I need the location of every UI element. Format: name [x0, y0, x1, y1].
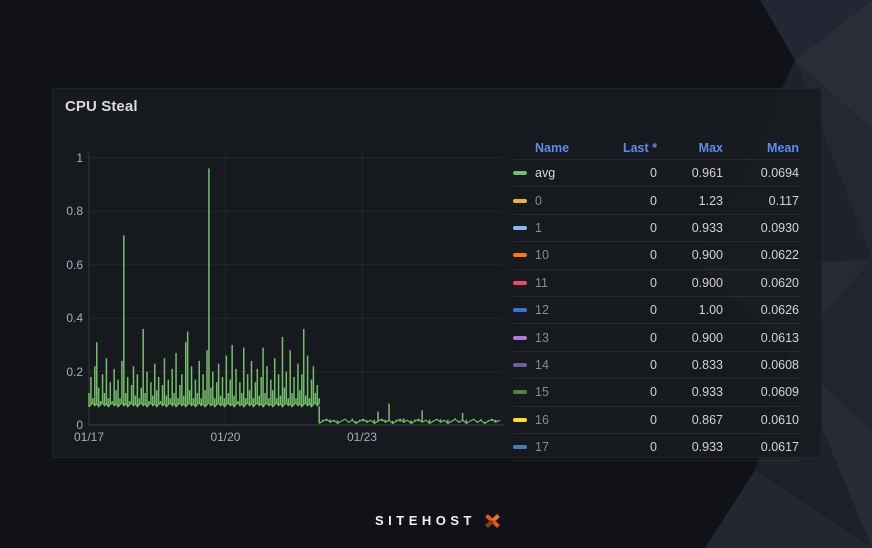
series-color-swatch-icon [513, 199, 527, 203]
legend-table: Name Last * Max Mean avg 0 0.961 0.0694 … [505, 136, 807, 461]
legend-mean-value: 0.117 [723, 194, 799, 208]
legend-mean-value: 0.0694 [723, 166, 799, 180]
legend-series-name: 11 [535, 276, 548, 290]
legend-max-value: 0.867 [657, 413, 723, 427]
legend-mean-value: 0.0609 [723, 385, 799, 399]
footer: SITEHOST [0, 513, 872, 528]
series-baseline [89, 403, 499, 424]
cpu-steal-panel: CPU Steal 00.20.40.60.8101/1701/2001/23 … [52, 88, 822, 458]
legend-last-value: 0 [595, 440, 657, 454]
legend-row[interactable]: 14 0 0.833 0.0608 [513, 351, 799, 378]
legend-row[interactable]: 11 0 0.900 0.0620 [513, 269, 799, 296]
legend-last-value: 0 [595, 276, 657, 290]
legend-last-value: 0 [595, 413, 657, 427]
legend-series-toggle[interactable]: 0 [513, 194, 595, 208]
legend-max-value: 1.23 [657, 194, 723, 208]
legend-rows: avg 0 0.961 0.0694 0 0 1.23 0.117 1 0 0.… [513, 159, 799, 461]
series-color-swatch-icon [513, 171, 527, 175]
series-color-swatch-icon [513, 308, 527, 312]
x-axis-tick-label: 01/20 [197, 430, 253, 444]
legend-series-name: avg [535, 166, 555, 180]
legend-series-name: 10 [535, 248, 549, 262]
legend-row[interactable]: 12 0 1.00 0.0626 [513, 296, 799, 323]
legend-series-name: 15 [535, 385, 549, 399]
legend-last-value: 0 [595, 194, 657, 208]
legend-series-toggle[interactable]: 17 [513, 440, 595, 454]
series-color-swatch-icon [513, 226, 527, 230]
legend-series-toggle[interactable]: 11 [513, 276, 595, 290]
y-axis-tick-label: 1 [53, 151, 83, 165]
legend-last-value: 0 [595, 248, 657, 262]
legend-last-value: 0 [595, 166, 657, 180]
legend-row[interactable]: avg 0 0.961 0.0694 [513, 159, 799, 186]
y-axis-tick-label: 0.2 [53, 365, 83, 379]
legend-max-value: 0.961 [657, 166, 723, 180]
x-axis-tick-label: 01/17 [61, 430, 117, 444]
series-color-swatch-icon [513, 418, 527, 422]
y-axis-tick-label: 0.4 [53, 311, 83, 325]
legend-series-name: 1 [535, 221, 542, 235]
legend-series-name: 0 [535, 194, 542, 208]
series-color-swatch-icon [513, 390, 527, 394]
legend-mean-value: 0.0620 [723, 276, 799, 290]
legend-header-last[interactable]: Last * [595, 141, 657, 155]
legend-row[interactable]: 1 0 0.933 0.0930 [513, 214, 799, 241]
brand-wordmark: SITEHOST [371, 513, 476, 528]
legend-header-name[interactable]: Name [513, 141, 595, 155]
legend-mean-value: 0.0617 [723, 440, 799, 454]
series-avg-trace [89, 168, 499, 423]
legend-last-value: 0 [595, 221, 657, 235]
legend-max-value: 0.900 [657, 276, 723, 290]
legend-row[interactable]: 16 0 0.867 0.0610 [513, 406, 799, 433]
legend-series-name: 12 [535, 303, 549, 317]
legend-max-value: 0.833 [657, 358, 723, 372]
legend-mean-value: 0.0610 [723, 413, 799, 427]
legend-mean-value: 0.0622 [723, 248, 799, 262]
legend-series-name: 13 [535, 331, 549, 345]
legend-series-name: 14 [535, 358, 549, 372]
series-color-swatch-icon [513, 336, 527, 340]
x-axis-tick-label: 01/23 [334, 430, 390, 444]
y-axis-tick-label: 0.6 [53, 258, 83, 272]
legend-mean-value: 0.0608 [723, 358, 799, 372]
legend-header-max[interactable]: Max [657, 141, 723, 155]
legend-header-mean[interactable]: Mean [723, 141, 799, 155]
series-color-swatch-icon [513, 363, 527, 367]
legend-max-value: 0.933 [657, 221, 723, 235]
legend-row[interactable]: 13 0 0.900 0.0613 [513, 323, 799, 350]
legend-header-row: Name Last * Max Mean [513, 136, 799, 159]
legend-row[interactable]: 0 0 1.23 0.117 [513, 186, 799, 213]
y-axis-tick-label: 0.8 [53, 204, 83, 218]
series-color-swatch-icon [513, 445, 527, 449]
legend-series-toggle[interactable]: 1 [513, 221, 595, 235]
legend-last-value: 0 [595, 303, 657, 317]
legend-row[interactable]: 17 0 0.933 0.0617 [513, 433, 799, 460]
legend-series-toggle[interactable]: 16 [513, 413, 595, 427]
legend-series-name: 16 [535, 413, 549, 427]
legend-row[interactable]: 10 0 0.900 0.0622 [513, 241, 799, 268]
legend-mean-value: 0.0613 [723, 331, 799, 345]
legend-max-value: 0.900 [657, 331, 723, 345]
legend-series-toggle[interactable]: 12 [513, 303, 595, 317]
legend-max-value: 0.900 [657, 248, 723, 262]
legend-series-name: 17 [535, 440, 549, 454]
legend-last-value: 0 [595, 385, 657, 399]
legend-max-value: 0.933 [657, 385, 723, 399]
legend-last-value: 0 [595, 331, 657, 345]
legend-series-toggle[interactable]: 13 [513, 331, 595, 345]
legend-mean-value: 0.0626 [723, 303, 799, 317]
sitehost-x-logo-icon [484, 514, 501, 528]
legend-series-toggle[interactable]: 15 [513, 385, 595, 399]
legend-series-toggle[interactable]: avg [513, 166, 595, 180]
legend-mean-value: 0.0930 [723, 221, 799, 235]
legend-row[interactable]: 15 0 0.933 0.0609 [513, 378, 799, 405]
series-color-swatch-icon [513, 253, 527, 257]
legend-series-toggle[interactable]: 14 [513, 358, 595, 372]
legend-last-value: 0 [595, 358, 657, 372]
legend-max-value: 0.933 [657, 440, 723, 454]
legend-series-toggle[interactable]: 10 [513, 248, 595, 262]
series-color-swatch-icon [513, 281, 527, 285]
legend-max-value: 1.00 [657, 303, 723, 317]
